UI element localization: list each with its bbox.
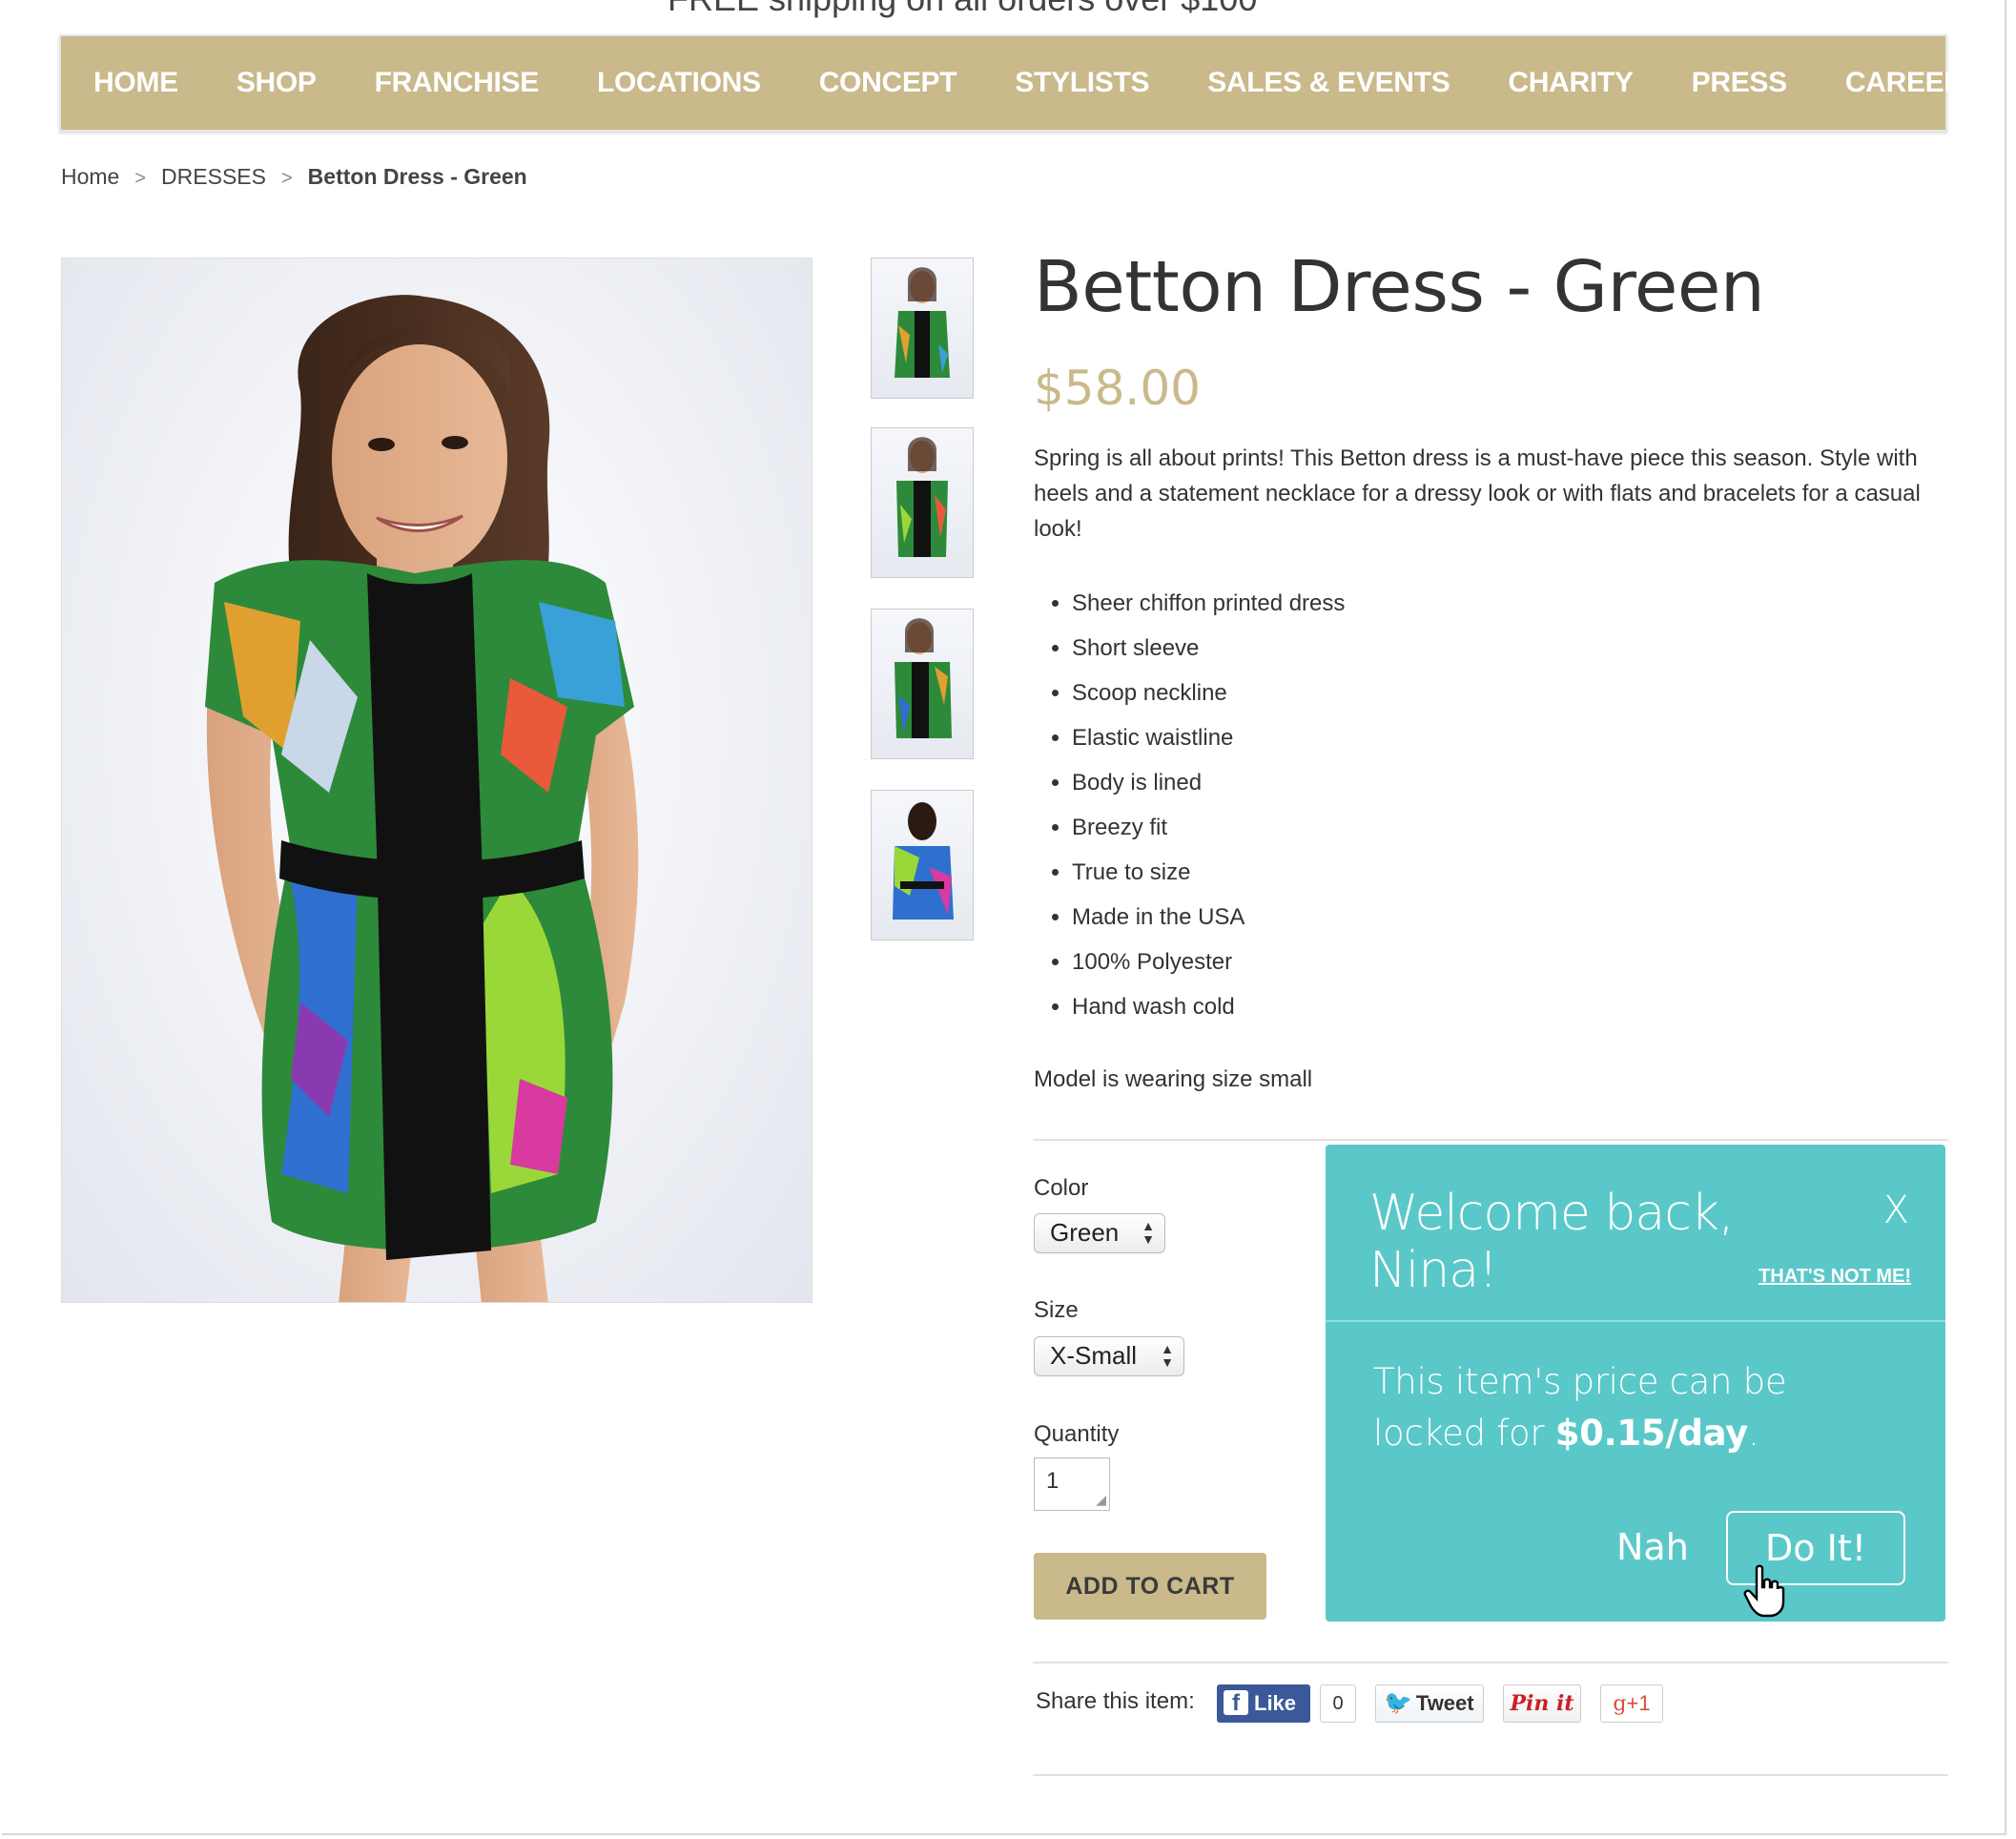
product-main-image[interactable] [61, 258, 813, 1303]
pinterest-button[interactable]: Pin it [1503, 1684, 1581, 1723]
product-price: $58.00 [1034, 361, 1201, 416]
twitter-bird-icon: 🐦 [1384, 1690, 1412, 1716]
stepper-arrows-icon: ▲ ▼ [1161, 1341, 1174, 1370]
product-features: Sheer chiffon printed dress Short sleeve… [1034, 586, 1345, 1034]
popup-message: This item's price can be locked for $0.1… [1373, 1356, 1907, 1459]
tweet-label: Tweet [1415, 1691, 1474, 1715]
nav-home[interactable]: HOME [93, 67, 178, 99]
breadcrumb-separator: > [134, 168, 147, 189]
popup-message-end: . [1748, 1413, 1759, 1454]
breadcrumb-category[interactable]: DRESSES [161, 164, 266, 189]
not-me-link[interactable]: THAT'S NOT ME! [1759, 1266, 1911, 1288]
tweet-button[interactable]: 🐦 Tweet [1375, 1684, 1484, 1723]
main-nav: HOME SHOP FRANCHISE LOCATIONS CONCEPT ST… [59, 34, 1984, 132]
divider [1033, 1662, 1948, 1663]
decline-button[interactable]: Nah [1616, 1526, 1689, 1568]
breadcrumb-home[interactable]: Home [61, 164, 119, 189]
divider [1033, 1774, 1948, 1776]
list-item: Short sleeve [1072, 630, 1345, 675]
breadcrumb-separator: > [280, 168, 293, 189]
google-plus-button[interactable]: g+1 [1600, 1684, 1663, 1723]
facebook-like-label: Like [1254, 1691, 1297, 1715]
nav-concept[interactable]: CONCEPT [819, 67, 957, 99]
list-item: 100% Polyester [1072, 944, 1345, 989]
size-label: Size [1034, 1297, 1079, 1323]
quantity-value: 1 [1046, 1468, 1059, 1494]
quantity-label: Quantity [1034, 1421, 1120, 1447]
nav-franchise[interactable]: FRANCHISE [375, 67, 540, 99]
color-select-value: Green [1050, 1218, 1120, 1247]
stepper-arrows-icon: ▲ ▼ [1142, 1218, 1155, 1247]
product-thumbnail-4[interactable] [871, 790, 974, 940]
share-label: Share this item: [1036, 1688, 1195, 1714]
popup-divider [1326, 1320, 1945, 1322]
close-icon[interactable]: X [1883, 1188, 1909, 1232]
list-item: Made in the USA [1072, 899, 1345, 944]
breadcrumb: Home > DRESSES > Betton Dress - Green [61, 164, 527, 190]
product-title: Betton Dress - Green [1034, 246, 1765, 328]
add-to-cart-button[interactable]: ADD TO CART [1034, 1553, 1266, 1620]
product-thumbnail-2[interactable] [871, 427, 974, 578]
list-item: Scoop neckline [1072, 675, 1345, 720]
promo-banner: FREE shipping on all orders over $100 [668, 0, 1257, 18]
product-description: Spring is all about prints! This Betton … [1034, 445, 1921, 542]
breadcrumb-current: Betton Dress - Green [307, 164, 527, 189]
list-item: Sheer chiffon printed dress [1072, 586, 1345, 630]
nav-press[interactable]: PRESS [1692, 67, 1788, 99]
thumbnail-image [893, 802, 954, 920]
list-item: True to size [1072, 855, 1345, 899]
facebook-icon: f [1224, 1690, 1248, 1716]
model-photo-illustration [205, 295, 639, 1302]
size-select-value: X-Small [1050, 1341, 1138, 1370]
thumbnail-image [895, 618, 952, 738]
product-thumbnail-3[interactable] [871, 609, 974, 759]
color-label: Color [1034, 1175, 1089, 1201]
thumbnail-image [895, 267, 950, 378]
facebook-like-count: 0 [1320, 1684, 1356, 1723]
price-lock-popup: Welcome back, Nina! X THAT'S NOT ME! Thi… [1326, 1145, 1945, 1622]
list-item: Breezy fit [1072, 810, 1345, 855]
google-plus-icon: g [1613, 1692, 1627, 1716]
resize-grip-icon: ◢ [1096, 1492, 1106, 1507]
nav-stylists[interactable]: STYLISTS [1015, 67, 1149, 99]
list-item: Elastic waistline [1072, 720, 1345, 765]
model-size-note: Model is wearing size small [1034, 1066, 1313, 1092]
popup-welcome: Welcome back, Nina! [1369, 1185, 1735, 1299]
list-item: Hand wash cold [1072, 989, 1345, 1034]
thumbnail-image [896, 437, 948, 557]
divider [1033, 1139, 1948, 1141]
size-select[interactable]: X-Small ▲ ▼ [1034, 1336, 1184, 1376]
product-thumbnail-1[interactable] [871, 258, 974, 399]
nav-charity[interactable]: CHARITY [1508, 67, 1634, 99]
google-plus-label: +1 [1626, 1691, 1651, 1715]
quantity-input[interactable]: 1 ◢ [1034, 1457, 1110, 1511]
nav-careers[interactable]: CAREERS [1845, 67, 1984, 99]
nav-locations[interactable]: LOCATIONS [597, 67, 761, 99]
hand-cursor-icon [1743, 1564, 1785, 1618]
facebook-like-button[interactable]: f Like [1217, 1684, 1310, 1723]
nav-shop[interactable]: SHOP [237, 67, 317, 99]
nav-sales-events[interactable]: SALES & EVENTS [1207, 67, 1450, 99]
popup-lock-price: $0.15/day [1554, 1413, 1749, 1454]
list-item: Body is lined [1072, 765, 1345, 810]
color-select[interactable]: Green ▲ ▼ [1034, 1213, 1165, 1253]
